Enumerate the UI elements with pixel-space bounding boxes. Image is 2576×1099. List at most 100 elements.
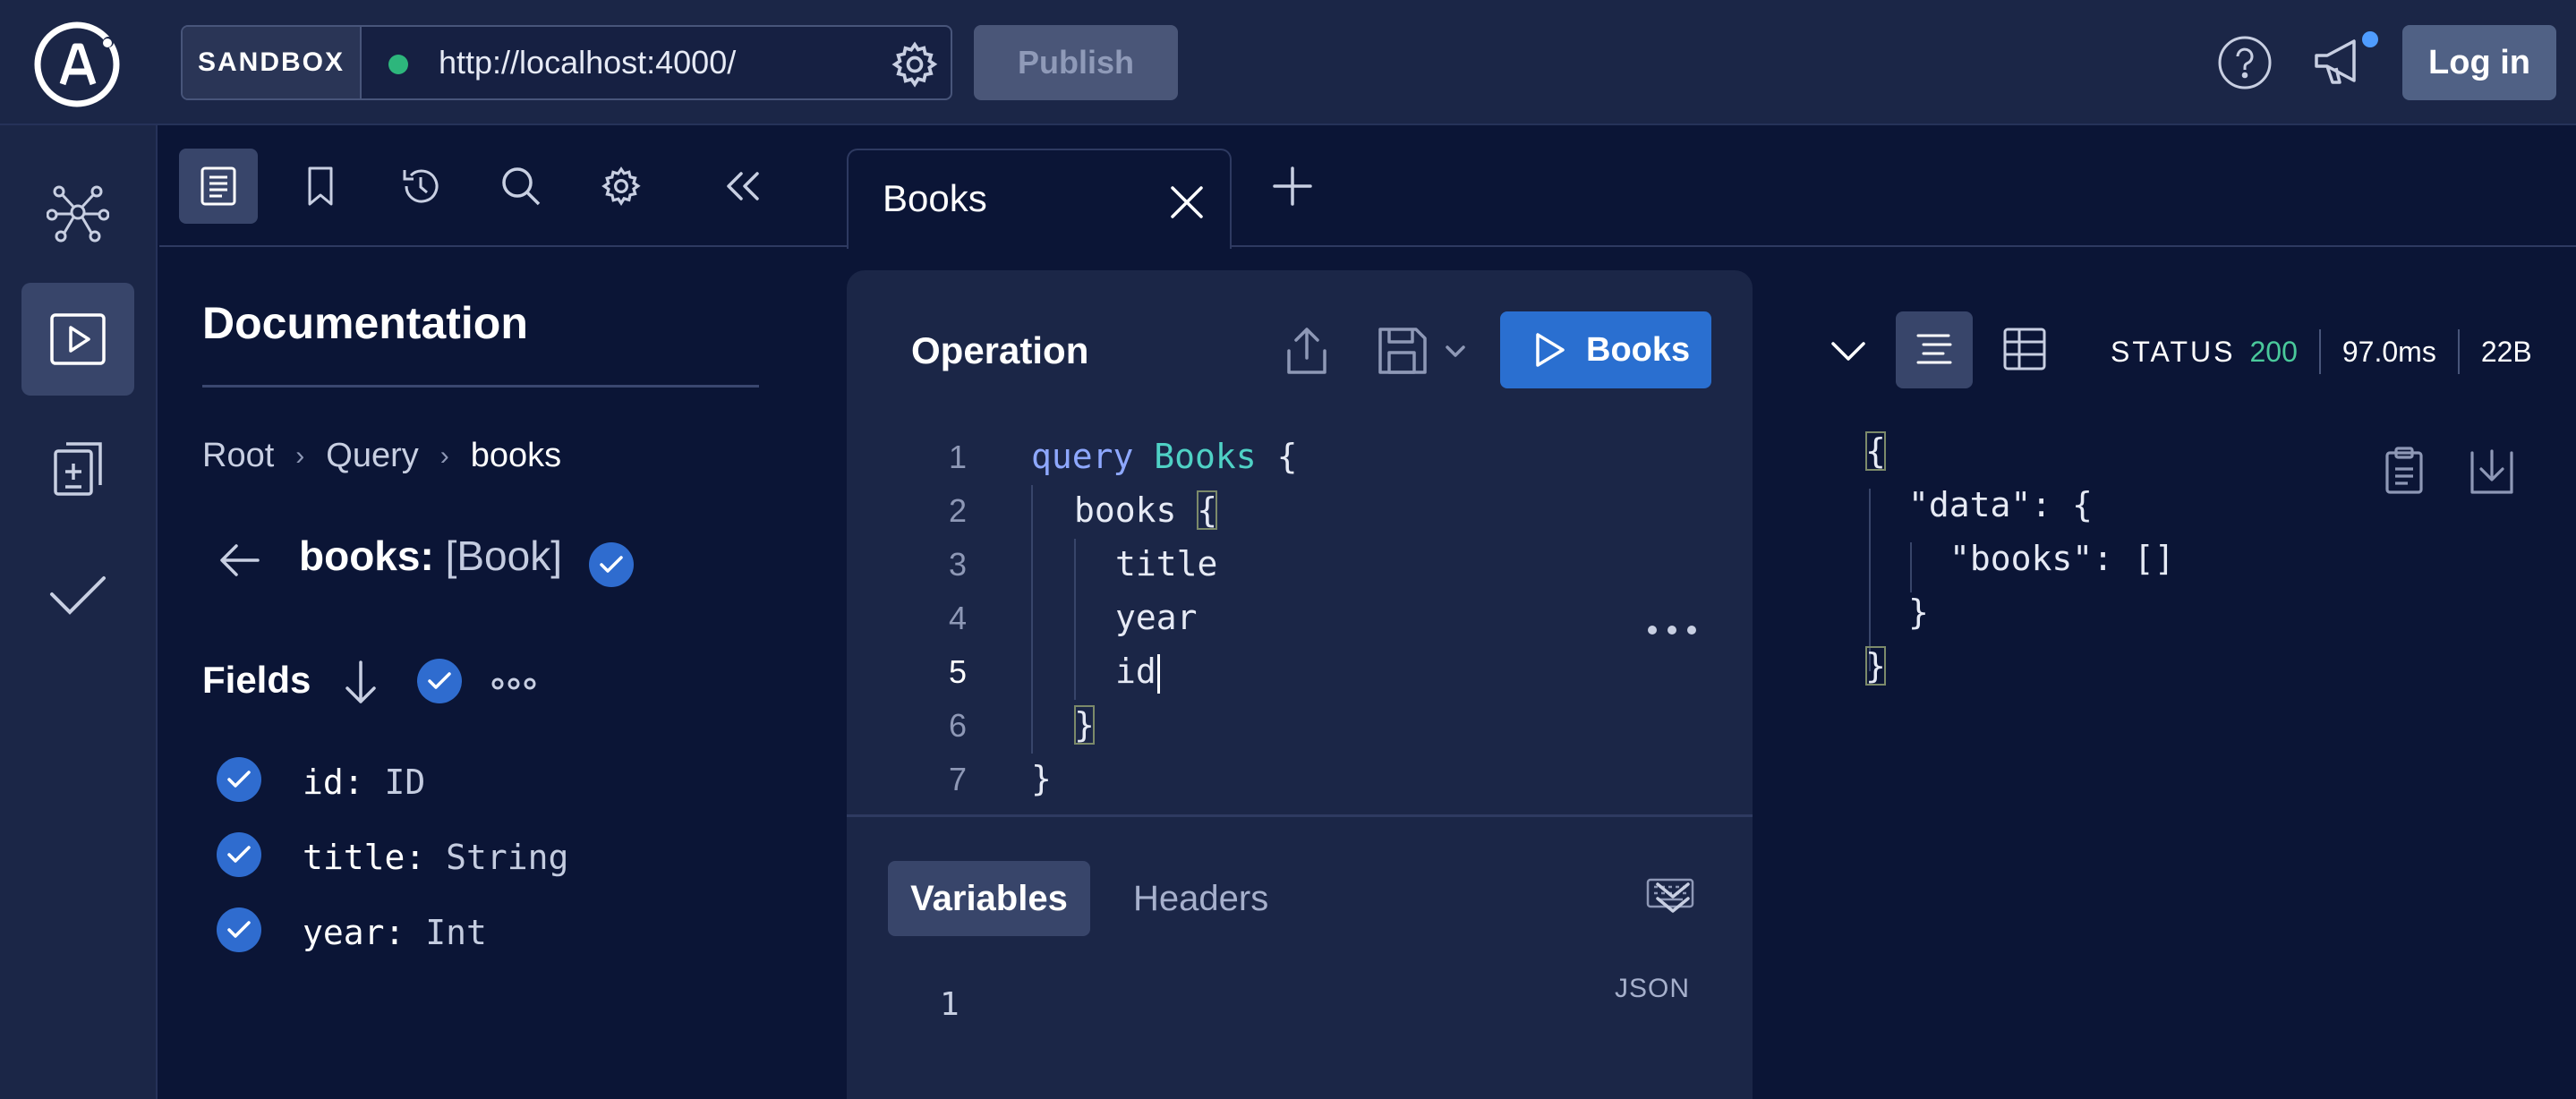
tab-headers[interactable]: Headers — [1133, 861, 1268, 936]
fields-heading: Fields — [202, 659, 311, 701]
apollo-logo-icon[interactable] — [32, 20, 122, 109]
collapse-panel-button[interactable] — [704, 149, 782, 224]
rail-explorer[interactable] — [21, 283, 134, 396]
indent-guide — [1910, 542, 1912, 592]
text-cursor — [1156, 653, 1160, 694]
response-size: 22B — [2480, 335, 2532, 368]
response-panel: STATUS 200 97.0ms 22B { "data": { "books… — [1754, 270, 2576, 1099]
play-icon — [50, 313, 106, 365]
megaphone-icon[interactable] — [2309, 29, 2381, 93]
rail-checks[interactable] — [21, 537, 134, 650]
json-mode-label: JSON — [1615, 974, 1691, 1003]
documentation-button[interactable] — [179, 149, 258, 224]
line-number: 1 — [948, 439, 968, 475]
history-button[interactable] — [381, 149, 460, 224]
line-number: 3 — [948, 546, 968, 583]
rail-schema[interactable] — [21, 156, 134, 268]
field-selected-check-icon[interactable] — [589, 542, 634, 587]
search-button[interactable] — [482, 149, 560, 224]
documentation-icon — [200, 166, 236, 206]
field-entry-type[interactable]: Int — [425, 913, 487, 952]
copy-clipboard-icon[interactable] — [2383, 446, 2426, 496]
json-brace: } — [1865, 646, 1886, 686]
code-line: } — [1031, 759, 1052, 798]
close-icon[interactable] — [1167, 183, 1207, 222]
field-check-icon[interactable] — [217, 757, 261, 802]
line-number: 2 — [948, 492, 968, 529]
json-line: } — [1908, 592, 1929, 632]
json-view-button[interactable] — [1896, 311, 1973, 388]
chevron-down-icon[interactable] — [1828, 331, 1869, 372]
download-icon[interactable] — [2469, 446, 2515, 496]
json-line: { — [1865, 431, 1886, 471]
field-check-icon[interactable] — [217, 832, 261, 877]
panel-title: Documentation — [202, 298, 528, 348]
status-code: 200 — [2249, 335, 2298, 368]
code-brace: { — [1197, 490, 1218, 530]
sort-arrow-down-icon[interactable] — [338, 657, 383, 707]
checkmark-icon — [50, 576, 106, 615]
run-operation-button[interactable]: Books — [1500, 311, 1711, 388]
field-entry-type[interactable]: ID — [385, 762, 426, 802]
double-chevron-down-icon[interactable] — [1651, 875, 1695, 920]
more-options-icon[interactable] — [1643, 619, 1701, 641]
field-entry: id: ID — [303, 762, 425, 802]
search-icon — [502, 167, 541, 206]
breadcrumb-root[interactable]: Root — [202, 437, 274, 475]
endpoint-url-input[interactable]: http://localhost:4000/ — [439, 43, 736, 82]
tab-label: Books — [883, 177, 987, 219]
history-icon — [403, 169, 439, 203]
divider — [2457, 329, 2460, 374]
connection-status-dot — [388, 55, 408, 74]
json-line: "data": { — [1908, 485, 2093, 524]
chevron-down-icon[interactable] — [1443, 338, 1468, 363]
field-entry-type[interactable]: String — [446, 838, 568, 877]
tab-books[interactable]: Books — [847, 149, 1232, 249]
field-entry-name: year: — [303, 913, 405, 952]
field-type[interactable]: [Book] — [446, 532, 562, 579]
breadcrumb-query[interactable]: Query — [326, 437, 418, 475]
line-number: 5 — [948, 653, 968, 690]
save-icon[interactable] — [1373, 322, 1430, 379]
rail-operations[interactable] — [21, 410, 134, 523]
left-rail — [0, 125, 158, 1099]
back-arrow-icon[interactable] — [215, 535, 265, 585]
docs-toolbar — [159, 125, 849, 247]
tab-variables[interactable]: Variables — [888, 861, 1090, 936]
code-line: books { — [1074, 490, 1218, 530]
line-number: 4 — [948, 600, 968, 636]
endpoint-bar: SANDBOX http://localhost:4000/ — [181, 25, 952, 100]
json-line: "books": [] — [1949, 539, 2175, 578]
field-entry: title: String — [303, 838, 568, 877]
divider — [202, 385, 759, 388]
share-icon[interactable] — [1282, 324, 1332, 378]
chevron-right-icon: › — [295, 440, 305, 471]
settings-icon — [601, 166, 641, 206]
text-lines-icon — [1916, 334, 1952, 364]
field-check-icon[interactable] — [217, 907, 261, 952]
chevron-right-icon: › — [439, 440, 449, 471]
clipboard-icon — [54, 442, 102, 496]
code-field: id — [1115, 652, 1156, 691]
play-icon — [1536, 333, 1565, 367]
line-number: 1 — [940, 986, 960, 1023]
code-line: id — [1115, 652, 1160, 694]
table-view-icon[interactable] — [2001, 326, 2048, 372]
code-line: title — [1115, 544, 1218, 584]
indent-guide — [1031, 485, 1033, 754]
breadcrumb-books: books — [470, 437, 562, 474]
settings-button[interactable] — [582, 149, 661, 224]
documentation-panel: Documentation Root › Query › books books… — [159, 247, 847, 1099]
publish-button[interactable]: Publish — [974, 25, 1178, 100]
more-options-icon[interactable] — [489, 666, 539, 702]
select-all-fields-check-icon[interactable] — [417, 659, 462, 703]
login-button[interactable]: Log in — [2402, 25, 2556, 100]
help-icon[interactable] — [2216, 34, 2273, 91]
gear-icon[interactable] — [890, 39, 940, 89]
line-number: 7 — [948, 761, 968, 797]
query-editor[interactable]: 1 2 3 4 5 6 7 query Books { books { titl… — [847, 431, 1753, 908]
bookmark-button[interactable] — [281, 149, 360, 224]
field-entry: year: Int — [303, 913, 487, 952]
add-tab-icon[interactable] — [1267, 161, 1318, 211]
top-bar: SANDBOX http://localhost:4000/ Publish L… — [0, 0, 2576, 125]
